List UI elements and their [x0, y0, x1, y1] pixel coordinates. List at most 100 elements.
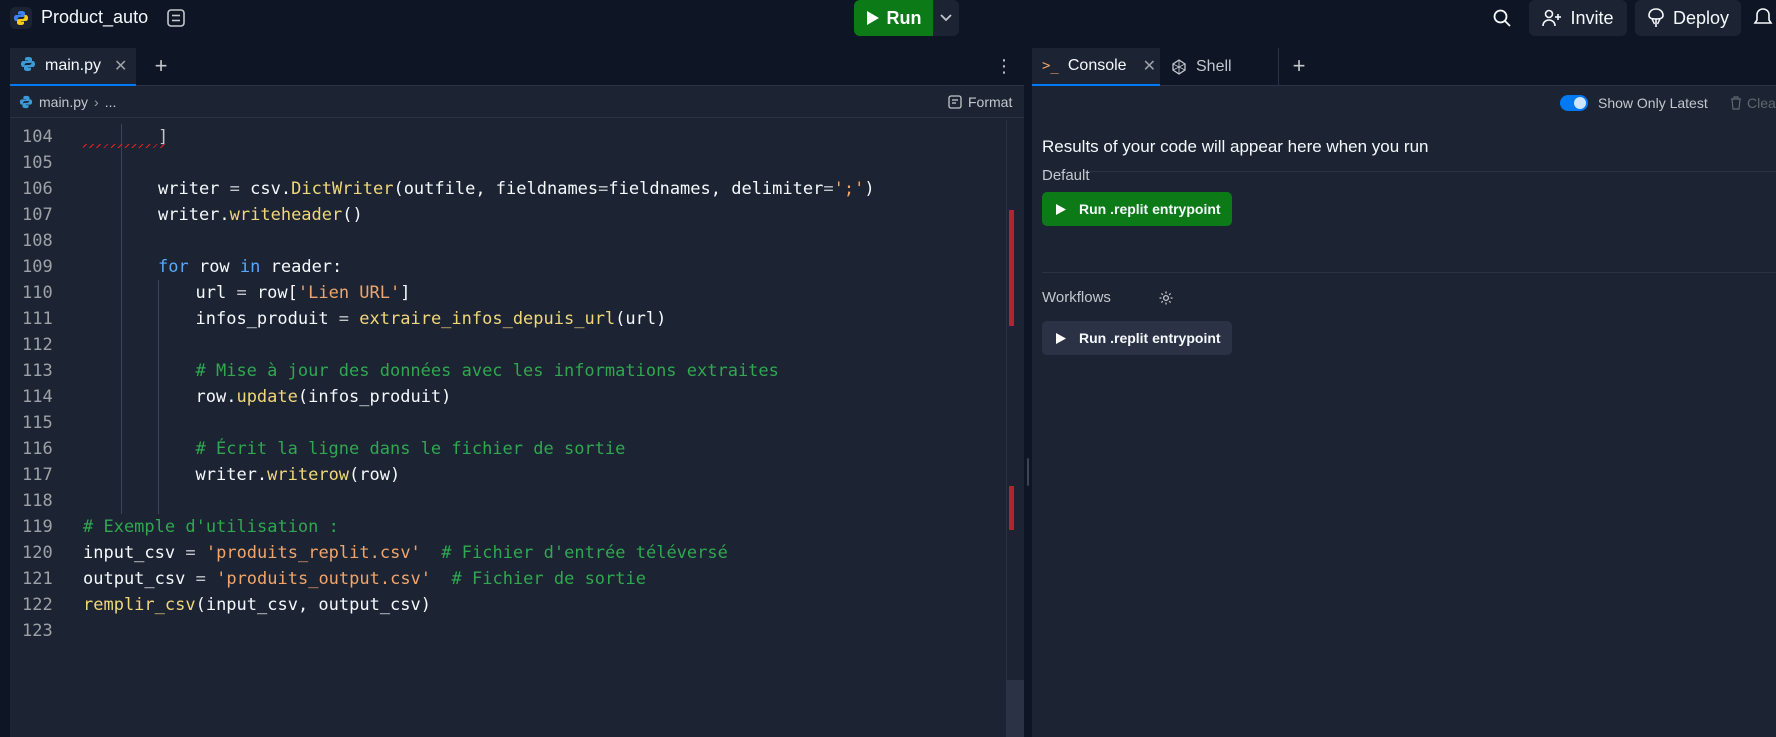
run-button-label: Run [886, 7, 922, 28]
code-line[interactable]: 111 infos_produit = extraire_infos_depuis… [10, 306, 1006, 332]
breadcrumb: main.py › ... [19, 94, 116, 110]
code-token: = [236, 283, 247, 303]
line-number: 104 [22, 127, 53, 147]
code-line[interactable]: 123 [10, 618, 1006, 644]
invite-button[interactable]: Invite [1529, 0, 1627, 36]
code-line[interactable]: 115 [10, 410, 1006, 436]
show-only-latest-label: Show Only Latest [1598, 95, 1708, 111]
format-label: Format [968, 94, 1013, 110]
editor-scrollbar[interactable] [1006, 120, 1024, 737]
code-line[interactable]: 112 [10, 332, 1006, 358]
line-number: 106 [22, 179, 53, 199]
code-token: 'Lien URL' [297, 283, 401, 303]
format-button[interactable]: Format [948, 94, 1012, 110]
code-line[interactable]: 122 remplir_csv(input_csv, output_csv) [10, 592, 1006, 618]
code-line[interactable]: 105 [10, 150, 1006, 176]
line-number: 109 [22, 257, 53, 277]
show-only-latest-toggle[interactable] [1560, 95, 1588, 111]
code-token: # Fichier de sortie [451, 569, 646, 589]
code-line[interactable]: 107 writer.writeheader() [10, 202, 1006, 228]
code-line[interactable]: 114 row.update(infos_produit) [10, 384, 1006, 410]
code-token: (row) [349, 465, 401, 485]
code-token: DictWriter [291, 179, 394, 199]
code-line[interactable]: 121 output_csv = 'produits_output.csv' # … [10, 566, 1006, 592]
code-token: = [229, 179, 240, 199]
code-token: = [598, 179, 609, 199]
code-token: () [342, 205, 363, 225]
code-line[interactable]: 106 writer = csv.DictWriter(outfile, fiel… [10, 176, 1006, 202]
close-icon[interactable]: ✕ [114, 56, 127, 76]
code-line[interactable]: 108 [10, 228, 1006, 254]
code-text: # Écrit la ligne dans le fichier de sort… [196, 436, 626, 462]
scroll-thumb[interactable] [1007, 680, 1024, 737]
code-line[interactable]: 104] [10, 124, 1006, 150]
code-line[interactable]: 118 [10, 488, 1006, 514]
code-text: writer.writerow(row) [196, 462, 401, 488]
close-icon[interactable]: ✕ [1143, 56, 1156, 76]
line-number: 110 [22, 283, 53, 303]
breadcrumb-symbol[interactable]: ... [105, 94, 117, 110]
code-token: row[ [246, 283, 298, 303]
toggle-knob [1574, 97, 1586, 109]
run-button[interactable]: Run [854, 0, 933, 36]
tab-shell[interactable]: Shell [1161, 48, 1279, 86]
code-token: writer. [195, 465, 268, 485]
top-bar: Product_auto Run Invite Deploy [0, 0, 1776, 36]
run-options-button[interactable] [933, 0, 959, 36]
code-token: ) [864, 179, 875, 199]
tab-main-py[interactable]: main.py ✕ [10, 48, 136, 86]
code-text: url = row['Lien URL'] [196, 280, 411, 306]
app-title[interactable]: Product_auto [41, 7, 148, 28]
tab-label: main.py [45, 57, 102, 74]
line-number: 111 [22, 309, 53, 329]
breadcrumb-file[interactable]: main.py [39, 94, 88, 110]
code-token: reader: [260, 257, 343, 277]
code-token: writerow [267, 465, 350, 485]
code-token: csv. [239, 179, 292, 199]
editor-tab-bar: main.py ✕ + ⋮ [10, 48, 1024, 86]
console-pane: >_ Console ✕ Shell + Show Only Latest Cl… [1032, 48, 1776, 737]
run-entrypoint-button[interactable]: Run .replit entrypoint [1042, 192, 1232, 226]
python-icon [19, 95, 33, 109]
scroll-error-marker [1009, 210, 1014, 326]
divider [1042, 272, 1776, 273]
clear-button[interactable]: Clear [1730, 95, 1776, 111]
layout-icon[interactable] [166, 8, 186, 28]
console-toolbar: Show Only Latest Clear [1032, 87, 1776, 118]
code-token: = [185, 543, 196, 563]
resize-grip [1027, 458, 1029, 486]
notifications-button[interactable] [1752, 7, 1776, 29]
code-text: for row in reader: [158, 254, 342, 280]
code-editor[interactable]: 104] 105 106 writer = csv.DictWriter(outfil… [10, 120, 1006, 737]
code-line[interactable]: 116 # Écrit la ligne dans le fichier de s… [10, 436, 1006, 462]
more-options-icon[interactable]: ⋮ [995, 56, 1013, 78]
search-button[interactable] [1489, 6, 1515, 30]
code-line[interactable]: 117 writer.writerow(row) [10, 462, 1006, 488]
code-token: input_csv [83, 543, 186, 563]
code-line[interactable]: 110 url = row['Lien URL'] [10, 280, 1006, 306]
deploy-button[interactable]: Deploy [1635, 0, 1741, 36]
code-text: writer.writeheader() [158, 202, 363, 228]
add-tab-button[interactable]: + [1288, 55, 1310, 78]
python-logo-icon[interactable] [10, 7, 32, 29]
code-token: = [338, 309, 350, 329]
play-icon [1056, 332, 1066, 344]
gear-icon[interactable] [1158, 290, 1174, 306]
code-token: 'produits_output.csv' [216, 569, 432, 589]
add-tab-button[interactable]: + [150, 55, 172, 78]
code-line[interactable]: 120 input_csv = 'produits_replit.csv' # F… [10, 540, 1006, 566]
code-token: row [188, 257, 240, 277]
pane-resize-handle[interactable] [1024, 48, 1032, 737]
code-token: writer [158, 179, 230, 199]
line-number: 119 [22, 517, 53, 537]
line-number: 107 [22, 205, 53, 225]
tab-console[interactable]: >_ Console ✕ [1032, 48, 1160, 86]
code-line[interactable]: 113 # Mise à jour des données avec les in… [10, 358, 1006, 384]
line-number: 118 [22, 491, 53, 511]
code-line[interactable]: 109 for row in reader: [10, 254, 1006, 280]
workflow-run-button[interactable]: Run .replit entrypoint [1042, 321, 1232, 355]
code-line[interactable]: 119 # Exemple d'utilisation : [10, 514, 1006, 540]
code-token: 'produits_replit.csv' [205, 543, 421, 563]
